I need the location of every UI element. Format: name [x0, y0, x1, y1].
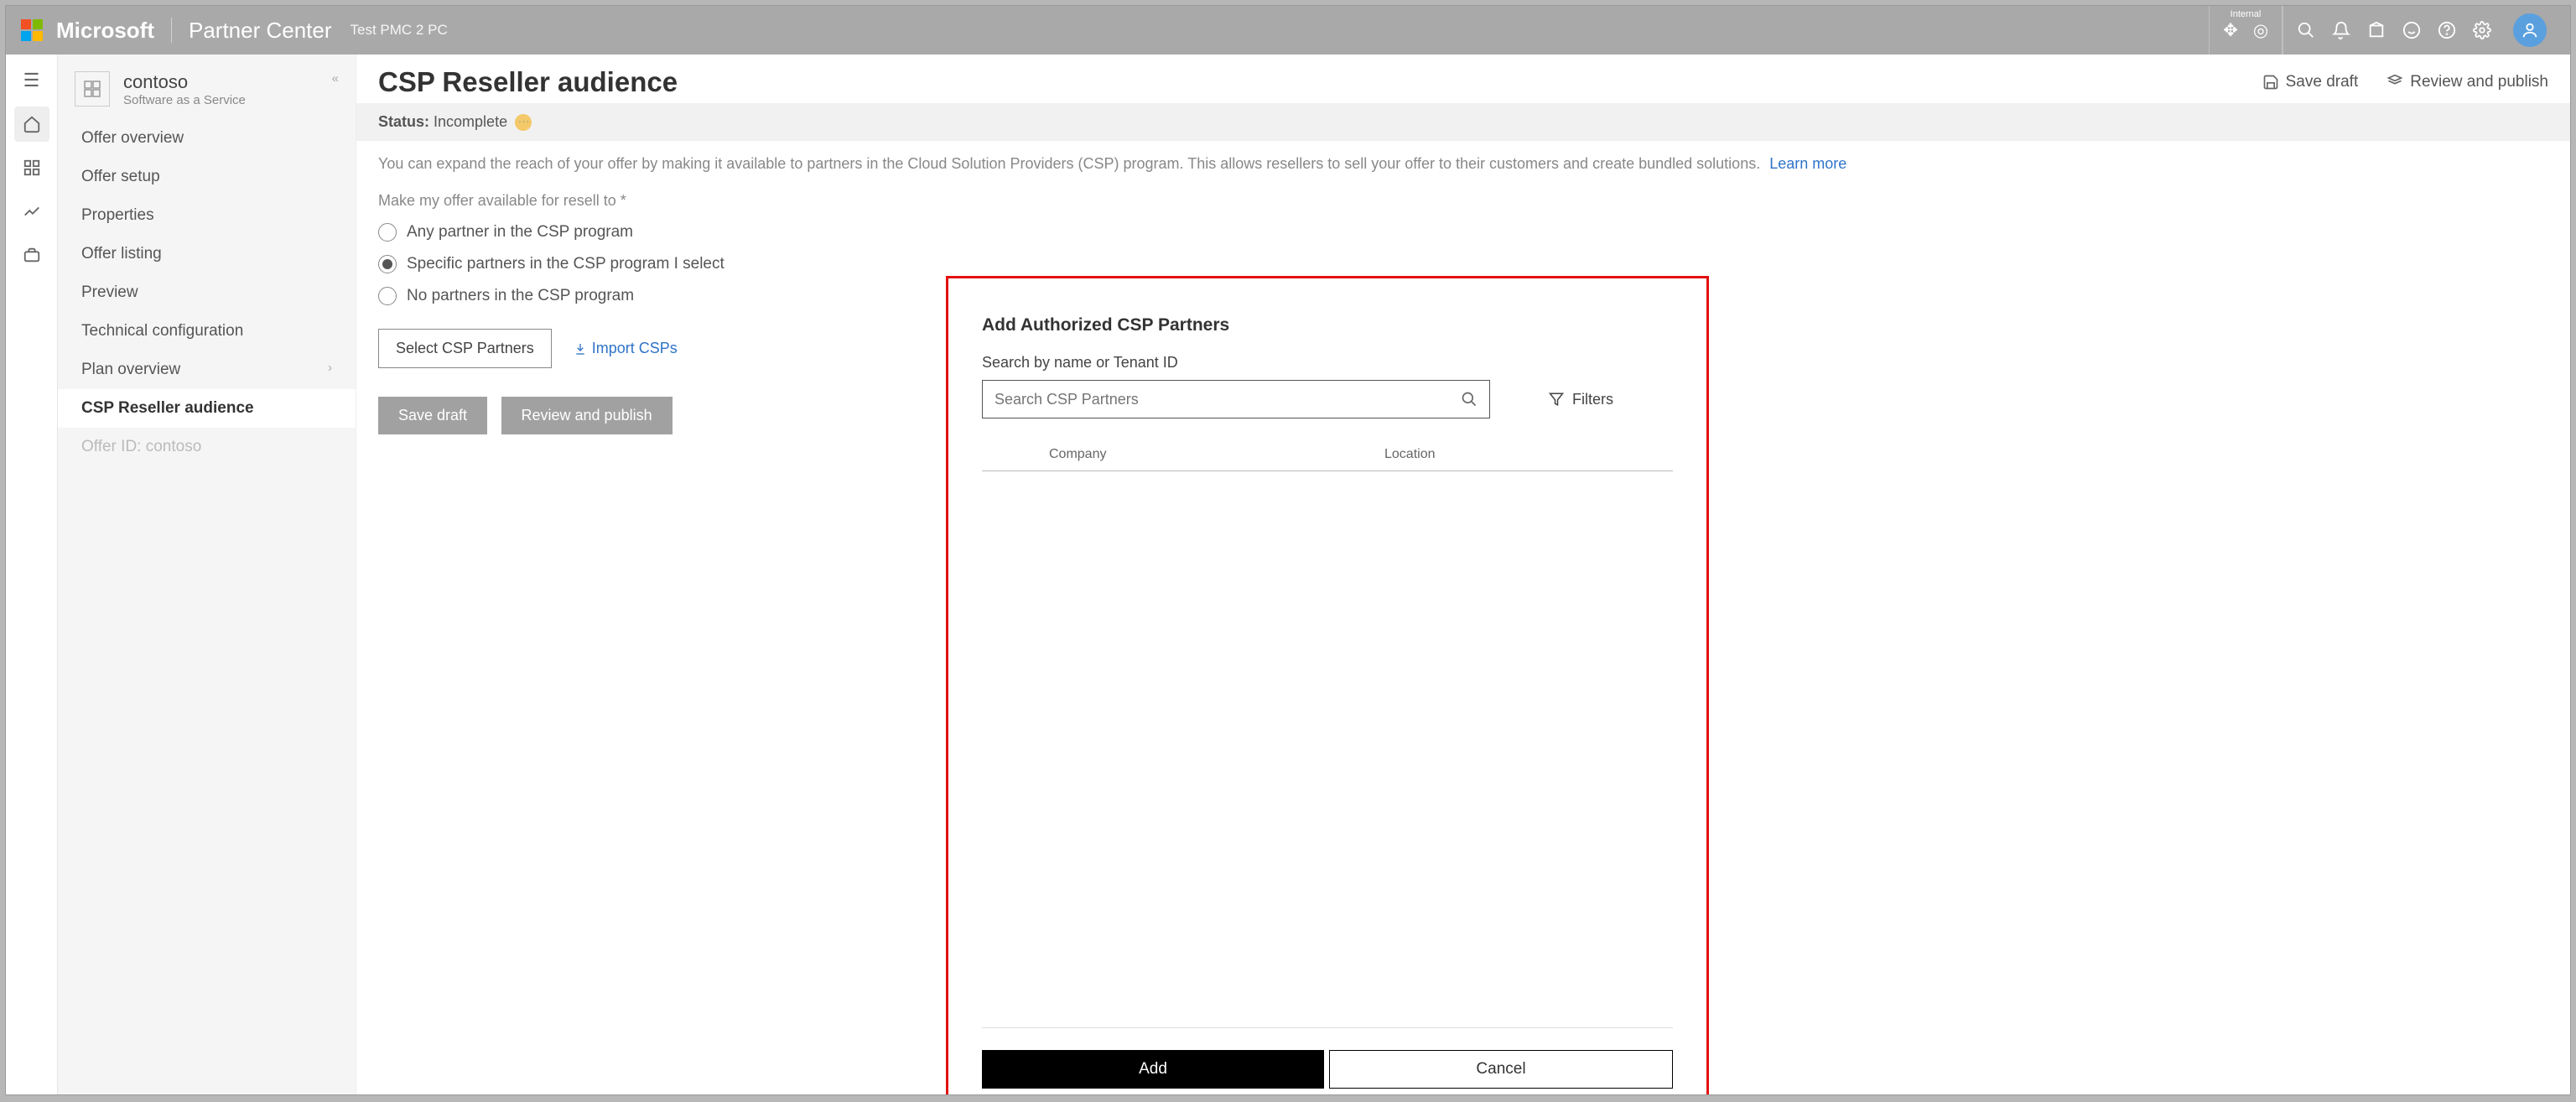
- help-icon[interactable]: [2438, 21, 2456, 39]
- dialog-table-header: Company Location: [982, 442, 1673, 471]
- microsoft-logo-icon: [21, 19, 43, 41]
- incomplete-icon: [515, 114, 532, 131]
- dialog-add-button[interactable]: Add: [982, 1050, 1324, 1089]
- offer-name: contoso: [123, 71, 246, 93]
- radio-any-partner[interactable]: Any partner in the CSP program: [378, 216, 2548, 248]
- internal-label: Internal: [2231, 9, 2262, 19]
- status-bar: Status: Incomplete: [356, 103, 2570, 141]
- dialog-title: Add Authorized CSP Partners: [982, 315, 1673, 335]
- nav-csp-reseller[interactable]: CSP Reseller audience: [58, 389, 356, 428]
- chevron-right-icon: ›: [328, 361, 332, 375]
- smile-icon[interactable]: [2402, 21, 2421, 39]
- save-draft-button[interactable]: Save draft: [378, 397, 487, 434]
- header-review-publish[interactable]: Review and publish: [2386, 73, 2548, 91]
- status-value: Incomplete: [434, 113, 507, 130]
- gear-icon[interactable]: [2473, 21, 2491, 39]
- nav-offer-listing[interactable]: Offer listing: [58, 235, 356, 273]
- bell-icon[interactable]: [2332, 21, 2350, 39]
- filter-icon: [1549, 392, 1564, 407]
- rail-briefcase-icon[interactable]: [14, 237, 49, 273]
- rail-home-icon[interactable]: [14, 107, 49, 142]
- col-company: Company: [1049, 447, 1384, 462]
- nav-rail: ☰: [6, 55, 58, 1094]
- internal-badge[interactable]: Internal ✥ ◎: [2209, 6, 2283, 55]
- target-icon[interactable]: ◎: [2251, 21, 2270, 39]
- product-name: Partner Center: [189, 18, 332, 44]
- main-content: CSP Reseller audience Save draft Review …: [356, 55, 2570, 1094]
- dialog-cancel-button[interactable]: Cancel: [1329, 1050, 1673, 1089]
- nav-offer-id: Offer ID: contoso: [58, 428, 356, 466]
- dialog-search-box[interactable]: [982, 380, 1490, 418]
- search-icon: [1461, 391, 1478, 408]
- review-publish-button[interactable]: Review and publish: [501, 397, 673, 434]
- nav-offer-setup[interactable]: Offer setup: [58, 158, 356, 196]
- import-csps-link[interactable]: Import CSPs: [574, 340, 678, 357]
- learn-more-link[interactable]: Learn more: [1769, 155, 1846, 172]
- dialog-filters[interactable]: Filters: [1549, 391, 1613, 408]
- nav-preview[interactable]: Preview: [58, 273, 356, 312]
- search-icon[interactable]: [2297, 21, 2315, 39]
- context-name: Test PMC 2 PC: [351, 22, 448, 39]
- select-csp-button[interactable]: Select CSP Partners: [378, 329, 552, 368]
- brand-name: Microsoft: [56, 18, 154, 44]
- header-save-draft[interactable]: Save draft: [2262, 73, 2359, 91]
- offer-type: Software as a Service: [123, 93, 246, 107]
- top-bar: Microsoft Partner Center Test PMC 2 PC I…: [6, 6, 2570, 55]
- collapse-icon[interactable]: «: [332, 71, 339, 86]
- pin-icon[interactable]: ✥: [2221, 21, 2240, 39]
- rail-analytics-icon[interactable]: [14, 194, 49, 229]
- nav-offer-overview[interactable]: Offer overview: [58, 119, 356, 158]
- page-description: You can expand the reach of your offer b…: [378, 155, 1760, 172]
- resell-field-label: Make my offer available for resell to *: [356, 177, 2570, 213]
- add-csp-dialog: Add Authorized CSP Partners Search by na…: [946, 276, 1709, 1094]
- offer-type-icon: [75, 71, 110, 107]
- col-location: Location: [1384, 447, 1436, 462]
- dialog-search-label: Search by name or Tenant ID: [982, 354, 1673, 372]
- nav-properties[interactable]: Properties: [58, 196, 356, 235]
- rail-grid-icon[interactable]: [14, 150, 49, 185]
- rail-menu-icon[interactable]: ☰: [14, 63, 49, 98]
- offer-sidebar: contoso Software as a Service « Offer ov…: [58, 55, 356, 1094]
- nav-technical-config[interactable]: Technical configuration: [58, 312, 356, 351]
- nav-plan-overview[interactable]: Plan overview›: [58, 351, 356, 389]
- page-title: CSP Reseller audience: [378, 66, 678, 98]
- package-icon[interactable]: [2367, 21, 2386, 39]
- user-avatar[interactable]: [2513, 13, 2547, 47]
- dialog-search-input[interactable]: [995, 391, 1420, 408]
